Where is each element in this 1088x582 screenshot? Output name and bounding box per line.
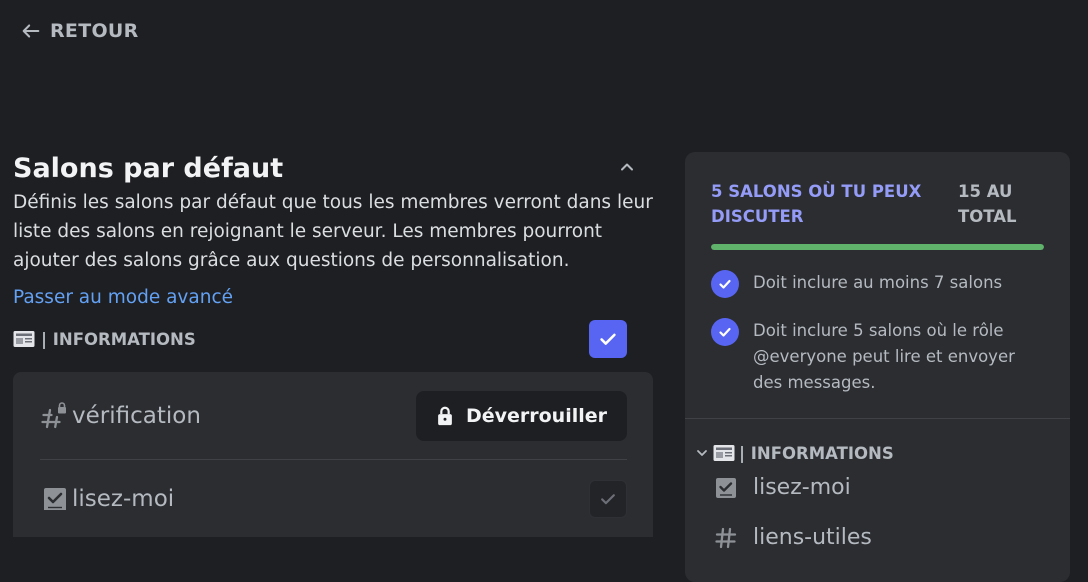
arrow-left-icon xyxy=(22,24,40,38)
preview-channel-name: lisez-moi xyxy=(753,475,851,500)
progress-bar xyxy=(711,244,1044,250)
unlock-button[interactable]: Déverrouiller xyxy=(415,390,627,441)
section-description: Définis les salons par défaut que tous l… xyxy=(13,192,653,271)
section-title: Salons par défaut xyxy=(13,153,284,184)
requirement-item: Doit inclure au moins 7 salons xyxy=(685,270,1070,298)
category-name: | INFORMATIONS xyxy=(41,329,196,349)
rules-icon xyxy=(44,488,66,510)
check-circle-icon xyxy=(711,270,739,298)
hash-icon xyxy=(715,527,737,548)
category-checkbox[interactable] xyxy=(589,320,627,358)
preview-channel-name: liens-utiles xyxy=(753,525,872,550)
section-header: Salons par défaut xyxy=(13,150,653,184)
channel-list: vérification Déverrouiller lisez-moi xyxy=(13,372,653,537)
total-count: 15 AU TOTAL xyxy=(958,182,1017,226)
newspaper-icon xyxy=(713,445,735,461)
newspaper-icon xyxy=(13,331,35,347)
summary-panel: 5 SALONS OÙ TU PEUX DISCUTER 15 AU TOTAL… xyxy=(685,152,1070,582)
chevron-down-icon xyxy=(697,450,707,456)
requirement-text: Doit inclure 5 salons où le rôle @everyo… xyxy=(753,320,1015,392)
channel-row: lisez-moi xyxy=(40,460,627,538)
collapse-button[interactable] xyxy=(613,153,641,181)
unlock-label: Déverrouiller xyxy=(465,404,607,427)
requirement-text: Doit inclure au moins 7 salons xyxy=(753,272,1003,292)
category-row: | INFORMATIONS xyxy=(13,320,653,358)
requirement-item: Doit inclure 5 salons où le rôle @everyo… xyxy=(685,318,1070,396)
channel-name-wrap: vérification xyxy=(40,401,201,431)
default-channels-section: Salons par défaut Définis les salons par… xyxy=(13,150,653,537)
preview-category-name: | INFORMATIONS xyxy=(739,443,894,463)
available-count: 5 SALONS OÙ TU PEUX DISCUTER xyxy=(711,182,922,226)
channel-checkbox[interactable] xyxy=(589,480,627,518)
progress-fill xyxy=(711,244,1044,250)
back-button[interactable]: RETOUR xyxy=(20,20,139,42)
channel-row: vérification Déverrouiller xyxy=(40,372,627,460)
channel-name-wrap: lisez-moi xyxy=(40,484,174,514)
category-name-wrap: | INFORMATIONS xyxy=(13,330,196,349)
lock-icon xyxy=(438,406,452,425)
preview-channel[interactable]: liens-utiles xyxy=(713,513,1070,563)
back-label: RETOUR xyxy=(50,20,139,42)
rules-icon xyxy=(716,477,736,498)
preview-category[interactable]: | INFORMATIONS xyxy=(695,444,1070,463)
channel-name: lisez-moi xyxy=(72,486,175,512)
divider xyxy=(685,417,1070,419)
check-icon xyxy=(600,333,616,345)
advanced-mode-link[interactable]: Passer au mode avancé xyxy=(13,287,233,308)
check-circle-icon xyxy=(711,318,739,346)
locked-hash-icon xyxy=(41,401,66,428)
preview-channel[interactable]: lisez-moi xyxy=(713,463,1070,513)
channel-stats: 5 SALONS OÙ TU PEUX DISCUTER 15 AU TOTAL xyxy=(685,152,1070,229)
chevron-up-icon xyxy=(621,163,633,171)
channel-name: vérification xyxy=(72,402,201,429)
check-icon xyxy=(601,494,615,505)
